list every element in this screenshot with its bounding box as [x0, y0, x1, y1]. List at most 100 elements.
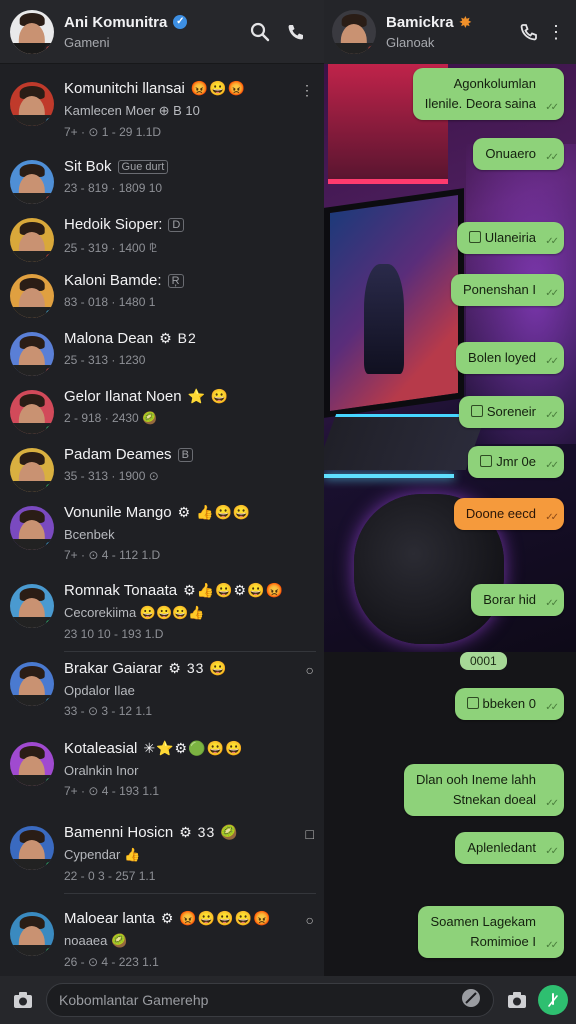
message-bubble[interactable]: Agonkolumlan Ilenile. Deora saina ✓✓	[412, 68, 564, 121]
chat-name-row: Komunitchi llansai 😡😀😡	[64, 80, 316, 97]
profile-avatar[interactable]	[10, 9, 54, 54]
message-bubble[interactable]: Ponenshan I ✓✓	[450, 274, 564, 307]
chat-list-item[interactable]: Kotaleasial ✳⭐⚙🟢😀😀 Oralnkin Inor 7+ · ⊙ 4 -…	[0, 732, 324, 798]
message-text: Ilenile. Deora saina	[425, 94, 536, 114]
message-input[interactable]	[59, 992, 461, 1008]
chat-avatar[interactable]	[10, 662, 54, 706]
app-subtitle: Gameni	[64, 34, 110, 50]
online-badge	[44, 366, 54, 376]
message-input-box[interactable]	[46, 983, 494, 1017]
chat-name: Padam Deames	[64, 446, 172, 463]
chat-list-item[interactable]: Vonunile Mango ⚙ 👍😀😀 Bcenbek 7+ · ⊙ 4 - 112…	[0, 496, 324, 562]
message-bubble[interactable]: Bolen loyed ✓✓	[456, 342, 564, 375]
read-receipt-icon: ✓✓	[545, 355, 559, 367]
more-options-icon[interactable]: ⋮	[544, 14, 568, 50]
chat-avatar[interactable]	[10, 584, 54, 628]
chat-avatar[interactable]	[10, 218, 54, 262]
contact-avatar[interactable]	[332, 10, 376, 54]
chat-list-item[interactable]: Hedoik Sioper: D 25 - 319 · 1400 ⅊	[0, 208, 324, 262]
chat-timestamp: 25 - 319 · 1400 ⅊	[64, 241, 157, 255]
mic-send-button[interactable]	[538, 985, 568, 1015]
message-bubble[interactable]: Soamen Lagekam Romimioe I ✓✓	[418, 906, 564, 959]
chat-emoji-reactions: ⚙ B2	[159, 330, 197, 346]
read-receipt-icon: ✓✓	[545, 701, 559, 713]
chat-timestamp: 7+ · ⊙ 1 - 29 1.1D	[64, 125, 162, 139]
message-bubble[interactable]: Dlan ooh Ineme lahh Stnekan doeal ✓✓	[404, 764, 564, 817]
message-line: Ulaneiria	[484, 230, 536, 245]
message-bubble[interactable]: Borar hid ✓✓	[471, 584, 564, 617]
message-bubble[interactable]: Doone eecd ✓✓	[453, 498, 564, 531]
chat-timestamp: 2 - 918 · 2430 🥝	[64, 411, 157, 425]
chat-list-item[interactable]: Bamenni Hosicn ⚙ 33 🥝 Cypendar 👍 22 - 0 3 -…	[0, 816, 324, 894]
chat-timestamp: 35 - 313 · 1900 ⊙	[64, 469, 159, 483]
message-text: Aplenledant	[467, 838, 536, 858]
message-bubble[interactable]: Soreneir ✓✓	[458, 396, 564, 429]
chat-menu-icon[interactable]: □	[306, 826, 314, 842]
chat-list-item[interactable]: Kaloni Bamde: Ŗ 83 - 018 · 1480 1	[0, 264, 324, 318]
chat-menu-icon[interactable]: ○	[306, 662, 314, 678]
read-receipt-icon: ✓✓	[545, 939, 559, 951]
chat-list-item[interactable]: Brakar Gaiarar ⚙ 33 😀 Opdalor Ilae 33 - ⊙ 3…	[0, 652, 324, 718]
chat-list-item[interactable]: Komunitchi llansai 😡😀😡 Kamlecen Moer ⊕ B 1…	[0, 72, 324, 139]
message-text: Soamen Lagekam	[430, 912, 536, 932]
chat-avatar[interactable]	[10, 390, 54, 434]
contact-status: Glanoak	[386, 35, 435, 50]
chat-avatar[interactable]	[10, 332, 54, 376]
chat-list-item[interactable]: Gelor Ilanat Noen ⭐ 😀 2 - 918 · 2430 🥝	[0, 380, 324, 434]
chat-preview: Cypendar 👍	[64, 847, 141, 862]
chat-name-row: Maloear lanta ⚙ 😡😀😀😀😡	[64, 910, 316, 927]
camera-icon-2[interactable]	[502, 985, 532, 1015]
chat-menu-icon[interactable]: ○	[306, 912, 314, 928]
chat-name: Sit Bok	[64, 158, 112, 175]
message-bubble[interactable]: bbeken 0 ✓✓	[454, 688, 564, 721]
read-receipt-icon: ✓✓	[545, 151, 559, 163]
chat-name-row: Brakar Gaiarar ⚙ 33 😀	[64, 660, 316, 677]
chat-avatar[interactable]	[10, 274, 54, 318]
chat-name: Vonunile Mango	[64, 504, 172, 521]
chat-avatar[interactable]	[10, 448, 54, 492]
message-line: Romimioe I	[470, 934, 536, 950]
chat-avatar[interactable]	[10, 742, 54, 786]
message-line: Onuaero	[485, 146, 536, 161]
chat-list-item[interactable]: Malona Dean ⚙ B2 25 - 313 · 1230	[0, 322, 324, 376]
call-icon[interactable]	[278, 14, 314, 50]
chat-name-row: Vonunile Mango ⚙ 👍😀😀	[64, 504, 316, 521]
call-add-icon[interactable]	[514, 14, 544, 50]
chat-avatar[interactable]	[10, 912, 54, 956]
message-bubble[interactable]: Onuaero ✓✓	[473, 138, 564, 171]
camera-icon[interactable]	[8, 985, 38, 1015]
online-badge	[44, 860, 54, 870]
chat-timestamp: 25 - 313 · 1230	[64, 353, 146, 367]
message-bubble[interactable]: Aplenledant ✓✓	[455, 832, 564, 865]
chat-list-item[interactable]: Maloear lanta ⚙ 😡😀😀😀😡 noaaea 🥝 26 - ⊙ 4 - 2…	[0, 902, 324, 969]
search-icon[interactable]	[242, 14, 278, 50]
message-line: Bolen loyed	[468, 350, 536, 365]
sticker-icon[interactable]	[461, 988, 481, 1013]
attachment-icon	[480, 455, 493, 467]
message-line: Soreneir	[486, 404, 536, 419]
chat-list-item[interactable]: Padam Deames B 35 - 313 · 1900 ⊙	[0, 438, 324, 492]
chat-name: Hedoik Sioper:	[64, 216, 163, 233]
status-badge	[44, 43, 54, 54]
read-receipt-icon: ✓✓	[545, 511, 559, 523]
chat-timestamp: 83 - 018 · 1480 1	[64, 295, 156, 309]
chat-avatar[interactable]	[10, 160, 54, 204]
chat-avatar[interactable]	[10, 826, 54, 870]
chat-tag: B	[177, 447, 193, 462]
chat-avatar[interactable]	[10, 82, 54, 126]
chat-avatar[interactable]	[10, 506, 54, 550]
attachment-icon	[470, 405, 483, 417]
chat-list-item[interactable]: Romnak Tonaata ⚙👍😀⚙😀😡 Cecorekiima 😀😀😀👍 23 1…	[0, 574, 324, 652]
chat-list-item[interactable]: Sit Bok Gue durt 23 - 819 · 1809 10	[0, 150, 324, 204]
online-badge	[44, 308, 54, 318]
chat-timestamp: 23 - 819 · 1809 10	[64, 181, 163, 195]
attachment-icon	[468, 231, 481, 243]
message-bubble[interactable]: Jmr 0e ✓✓	[468, 446, 564, 479]
chat-name-row: Gelor Ilanat Noen ⭐ 😀	[64, 388, 316, 405]
message-text: Onuaero	[485, 144, 536, 164]
chat-name-row: Kaloni Bamde: Ŗ	[64, 272, 316, 289]
chat-menu-icon[interactable]: ⋮	[300, 82, 314, 99]
chat-name: Malona Dean	[64, 330, 154, 347]
message-bubble[interactable]: Ulaneiria ✓✓	[456, 222, 564, 255]
message-text: Ulaneiria	[468, 228, 536, 248]
